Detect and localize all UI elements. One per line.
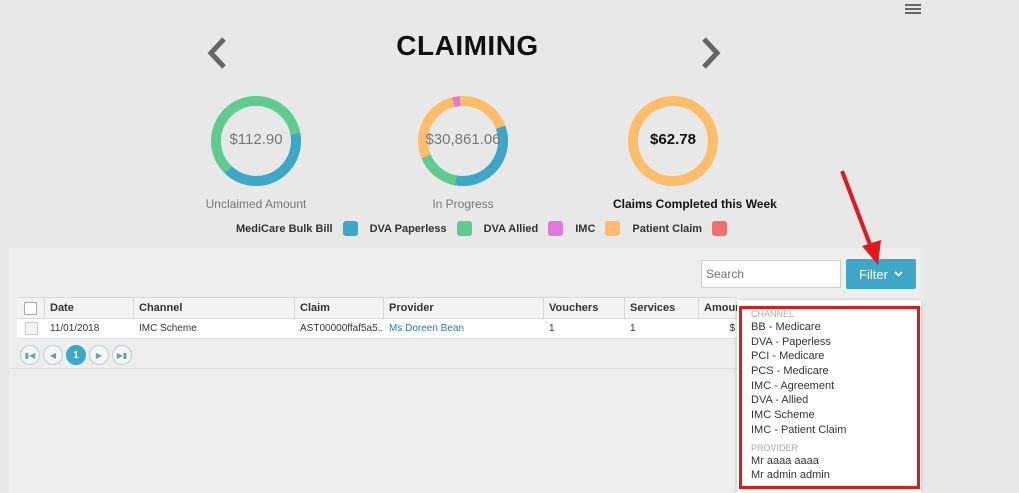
search-input[interactable]	[702, 261, 861, 287]
filter-option-channel[interactable]: PCS - Medicare	[737, 364, 921, 379]
unclaimed-amount-label: Unclaimed Amount	[205, 197, 307, 211]
divider	[9, 368, 737, 369]
row-vouchers: 1	[549, 323, 555, 334]
row-date: 11/01/2018	[50, 323, 100, 334]
unclaimed-amount-value: $112.90	[229, 131, 283, 148]
column-header-date[interactable]: Date	[45, 298, 134, 318]
legend-swatch	[712, 221, 728, 236]
legend-swatch	[456, 221, 472, 236]
select-all-checkbox[interactable]	[17, 298, 45, 318]
filter-label: Filter	[859, 266, 888, 282]
row-provider-link[interactable]: Ms Doreen Bean	[384, 319, 544, 338]
next-arrow-icon[interactable]	[698, 36, 722, 70]
filter-dropdown: CHANNEL BB - Medicare DVA - Paperless PC…	[737, 300, 921, 493]
pagination: ▮◀ ◀ 1 ▶ ▶▮	[20, 345, 135, 365]
filter-option-channel[interactable]: PCI - Medicare	[737, 349, 921, 364]
column-header-provider[interactable]: Provider	[384, 298, 544, 318]
filter-option-provider[interactable]: Mr admin admin	[737, 468, 921, 483]
last-page-icon[interactable]: ▶▮	[112, 345, 132, 365]
first-page-icon[interactable]: ▮◀	[20, 345, 40, 365]
legend-swatch	[342, 221, 358, 236]
column-header-channel[interactable]: Channel	[134, 298, 295, 318]
column-header-vouchers[interactable]: Vouchers	[544, 298, 625, 318]
menu-icon[interactable]	[905, 4, 921, 14]
in-progress-label: In Progress	[432, 197, 494, 211]
row-services: 1	[630, 323, 636, 334]
search-box[interactable]	[701, 260, 874, 288]
in-progress-value: $30,861.06	[425, 131, 501, 148]
unclaimed-amount-stat: $112.90 Unclaimed Amount	[196, 95, 316, 211]
page-title: CLAIMING	[396, 30, 539, 61]
prev-arrow-icon[interactable]	[206, 36, 230, 70]
channel-heading: CHANNEL	[751, 309, 795, 319]
claims-completed-label: Claims Completed this Week	[613, 197, 777, 211]
legend-swatch	[548, 221, 564, 236]
table-row[interactable]: 11/01/2018 IMC Scheme AST00000ffaf5a5...…	[17, 319, 737, 339]
claims-completed-value: $62.78	[650, 131, 696, 148]
filter-option-provider[interactable]: Mr aaaa aaaa	[737, 454, 921, 469]
legend-swatch	[605, 221, 621, 236]
legend-item: DVA Allied	[484, 221, 564, 236]
next-page-icon[interactable]: ▶	[89, 345, 109, 365]
legend-item: Patient Claim	[632, 221, 728, 236]
in-progress-stat: $30,861.06 In Progress	[403, 95, 523, 211]
chevron-down-icon	[894, 271, 903, 277]
chart-legend: MediCare Bulk Bill DVA Paperless DVA All…	[236, 221, 739, 236]
filter-option-channel[interactable]: IMC - Agreement	[737, 379, 921, 394]
page-1-button[interactable]: 1	[66, 345, 86, 365]
legend-item: IMC	[575, 221, 621, 236]
filter-option-channel[interactable]: DVA - Paperless	[737, 335, 921, 350]
legend-item: DVA Paperless	[370, 221, 472, 236]
column-header-services[interactable]: Services	[625, 298, 699, 318]
row-checkbox[interactable]	[17, 319, 45, 338]
row-amount: $	[729, 323, 735, 334]
filter-option-channel[interactable]: IMC - Patient Claim	[737, 423, 921, 438]
filter-option-channel[interactable]: DVA - Allied	[737, 393, 921, 408]
claims-table: Date Channel Claim Provider Vouchers Ser…	[17, 297, 737, 339]
column-header-claim[interactable]: Claim	[295, 298, 384, 318]
filter-button[interactable]: Filter	[846, 259, 916, 289]
row-channel: IMC Scheme	[139, 323, 197, 334]
claims-completed-stat: $62.78 Claims Completed this Week	[613, 95, 777, 211]
legend-item: MediCare Bulk Bill	[236, 221, 358, 236]
column-header-amount[interactable]: Amount	[699, 298, 737, 318]
row-claim: AST00000ffaf5a5...	[300, 323, 384, 334]
filter-option-channel[interactable]: IMC Scheme	[737, 408, 921, 423]
filter-option-channel[interactable]: BB - Medicare	[737, 320, 921, 335]
table-header: Date Channel Claim Provider Vouchers Ser…	[17, 297, 737, 319]
provider-heading: PROVIDER	[751, 442, 799, 453]
prev-page-icon[interactable]: ◀	[43, 345, 63, 365]
